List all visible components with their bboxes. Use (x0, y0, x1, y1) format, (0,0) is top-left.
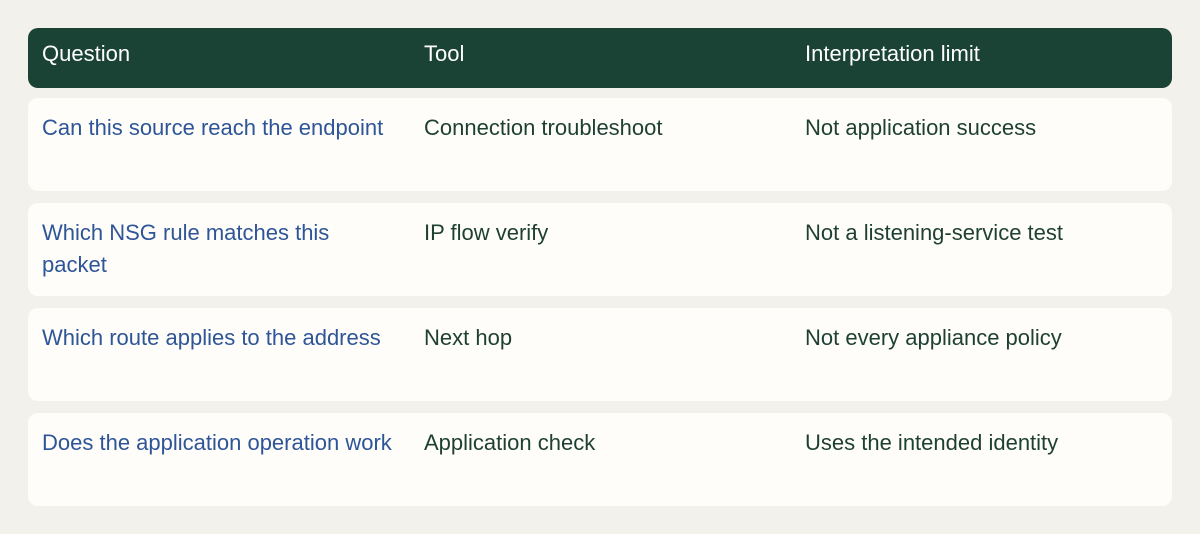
column-header-interpretation-limit: Interpretation limit (805, 41, 980, 66)
tool-cell: Application check (424, 430, 596, 455)
tool-cell: Connection troubleshoot (424, 115, 663, 140)
tool-cell: Next hop (424, 325, 513, 350)
diagnostics-table: Question Tool Interpretation limit Can t… (28, 28, 1172, 506)
limit-cell: Not application success (805, 115, 1037, 140)
table-header-row: Question Tool Interpretation limit (28, 28, 1172, 88)
tool-cell: IP flow verify (424, 220, 549, 245)
question-cell: Which route applies to the address (42, 325, 381, 350)
question-cell: Can this source reach the endpoint (42, 115, 384, 140)
column-header-tool: Tool (424, 41, 465, 66)
table-row: Does the application operation work Appl… (28, 413, 1172, 506)
column-header-question: Question (42, 41, 131, 66)
limit-cell: Not a listening-service test (805, 220, 1063, 245)
table-row: Which route applies to the address Next … (28, 308, 1172, 401)
table-row: Can this source reach the endpoint Conne… (28, 98, 1172, 191)
limit-cell: Uses the intended identity (805, 430, 1059, 455)
limit-cell: Not every appliance policy (805, 325, 1062, 350)
table-row: Which NSG rule matches this packet IP fl… (28, 203, 1172, 296)
question-cell: Does the application operation work (42, 430, 392, 455)
question-cell: Which NSG rule matches this packet (42, 220, 330, 277)
